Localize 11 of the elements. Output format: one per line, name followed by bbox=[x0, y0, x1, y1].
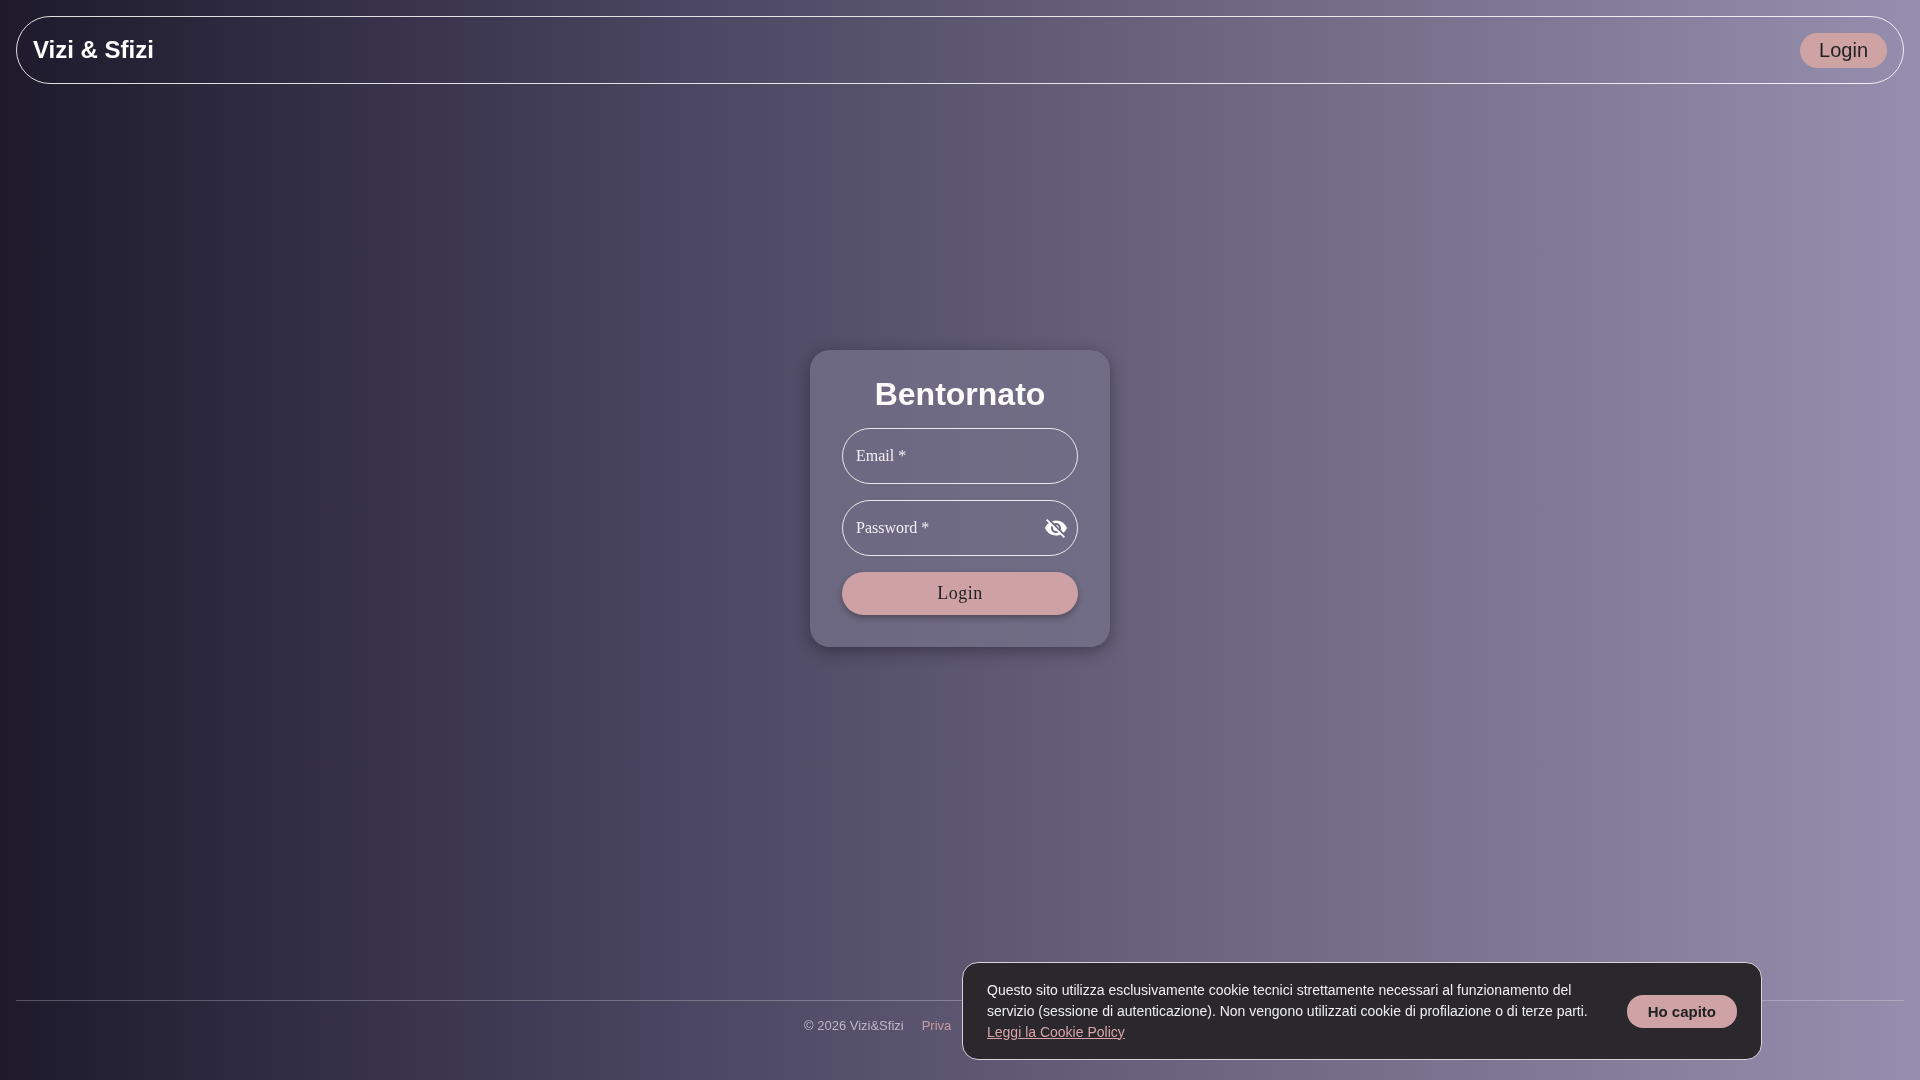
site-logo-text: Vizi & Sfizi bbox=[33, 36, 154, 64]
login-button[interactable]: Login bbox=[1800, 32, 1887, 68]
login-submit-button[interactable]: Login bbox=[842, 572, 1078, 615]
cookie-policy-link[interactable]: Leggi la Cookie Policy bbox=[987, 1023, 1125, 1040]
eye-slash-icon[interactable] bbox=[1044, 516, 1068, 540]
email-field[interactable]: Email * bbox=[842, 428, 1078, 484]
accept-cookies-button[interactable]: Ho capito bbox=[1626, 994, 1737, 1028]
cookie-message: Questo sito utilizza esclusivamente cookie tecnici strettamente necessari al funzionamento del servizio (sessione di autenticazione). Non vengono utilizzati cookie di profilazione o di terze parti. bbox=[987, 980, 1589, 1021]
password-field[interactable]: Password * bbox=[842, 500, 1078, 556]
copyright-text: © 2026 Vizi&Sfizi bbox=[804, 1018, 904, 1033]
login-title: Bentornato bbox=[873, 376, 1047, 412]
